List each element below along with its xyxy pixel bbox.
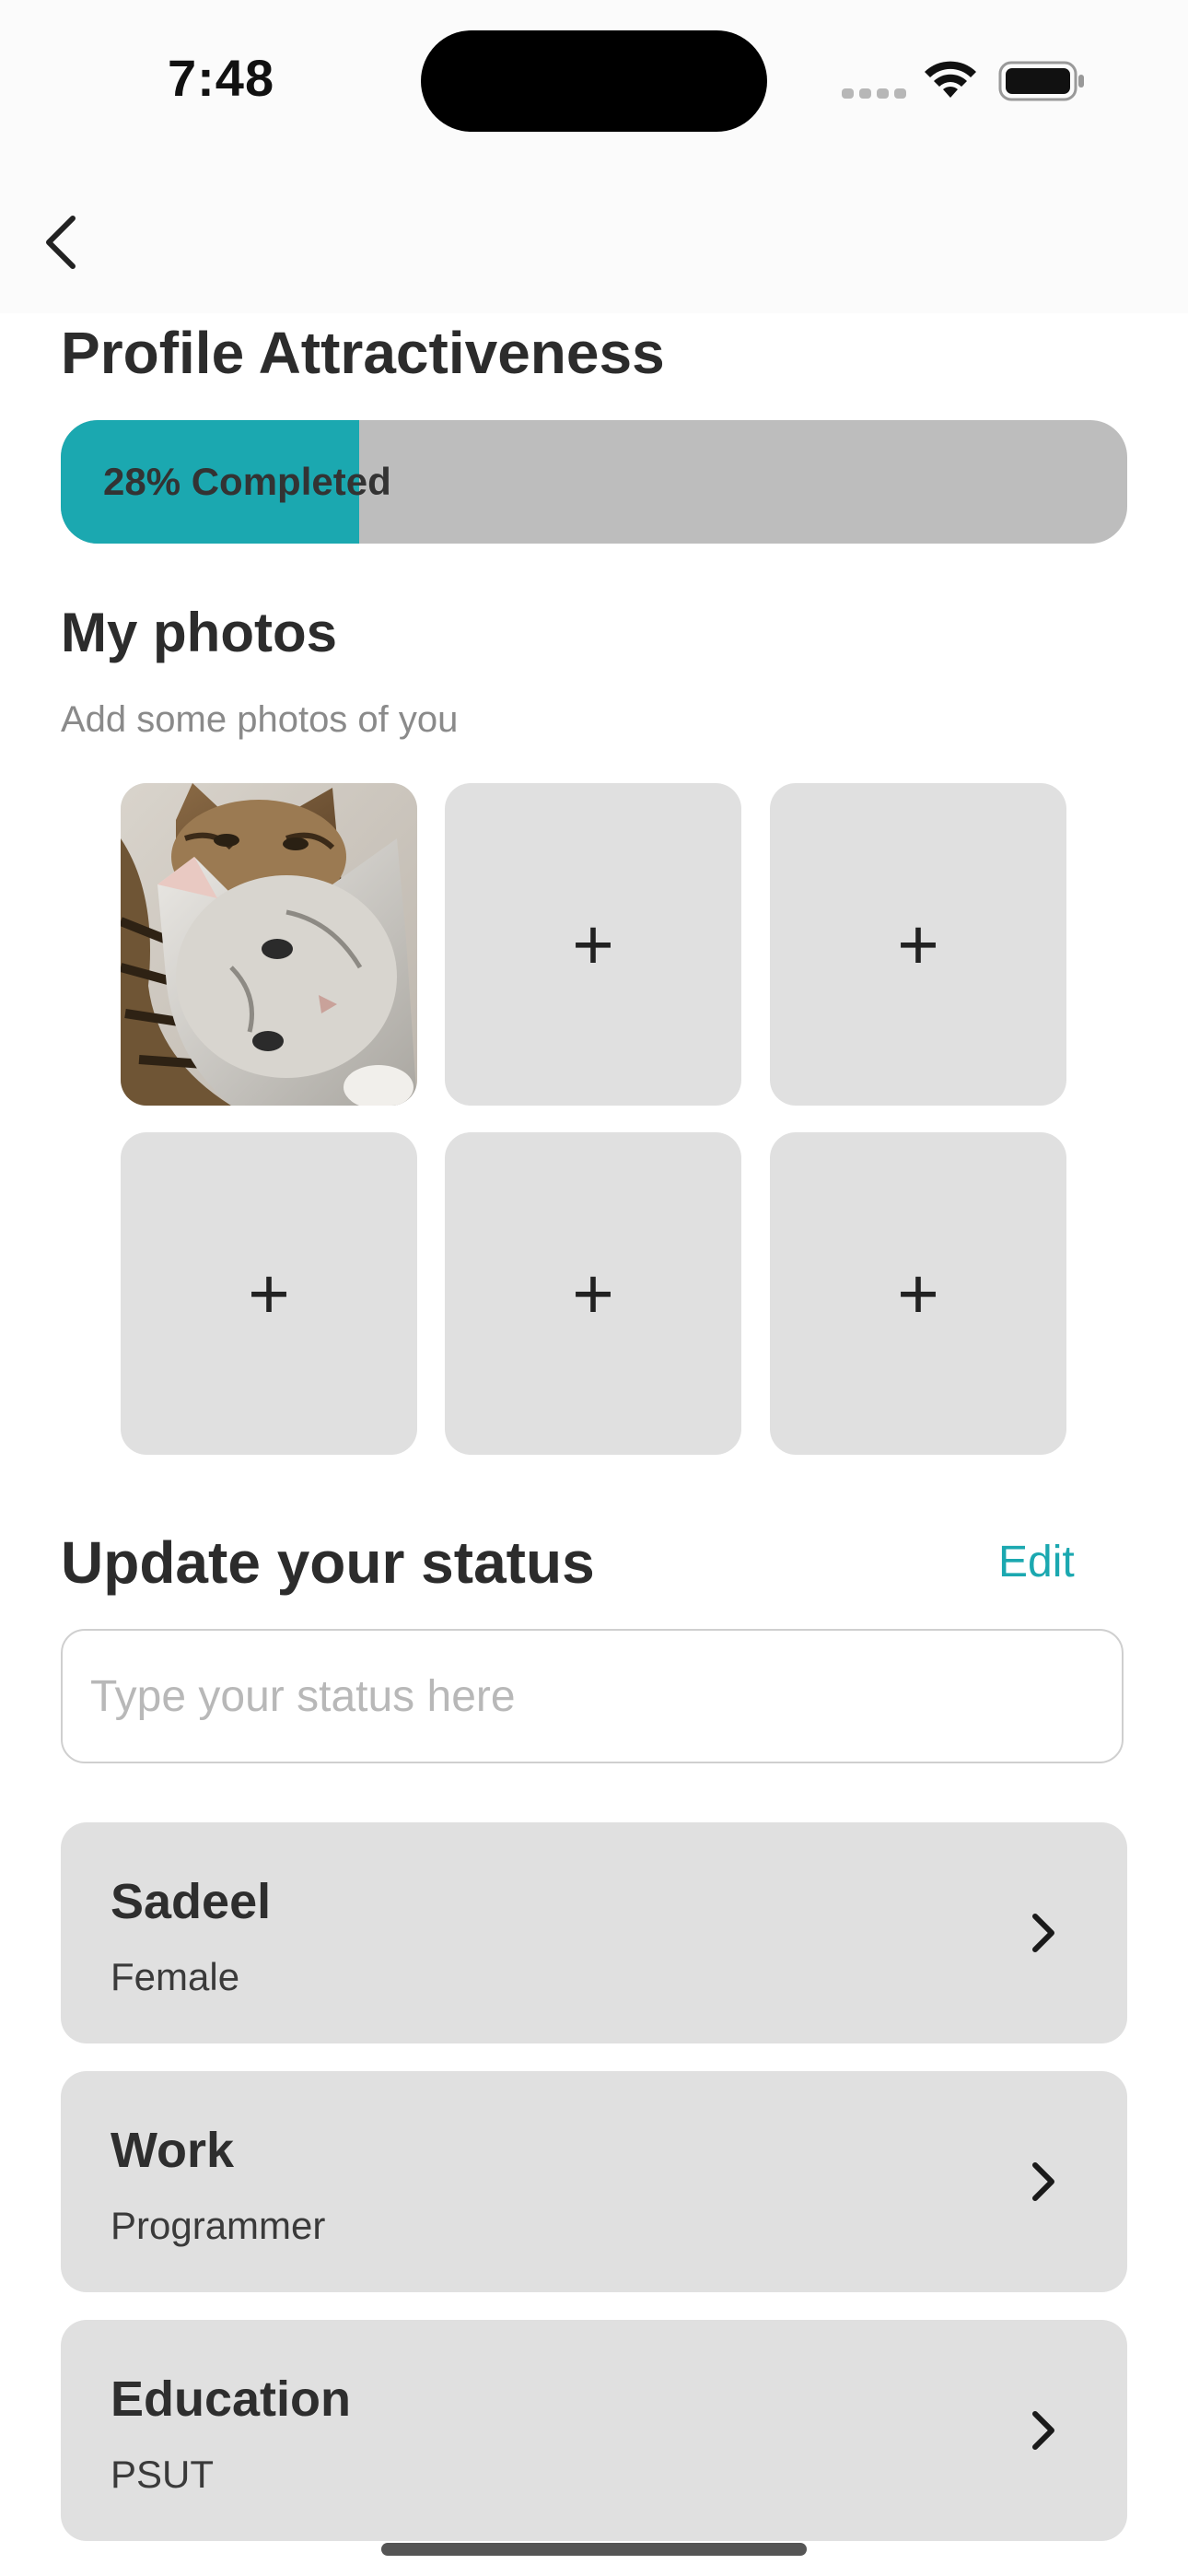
card-title: Work [111,2123,235,2178]
add-photo-slot-6[interactable]: + [770,1132,1066,1455]
wifi-icon [925,61,976,98]
battery-icon [998,61,1084,101]
progress-label: 28% Completed [103,460,391,503]
navigation-bar [0,147,1188,313]
update-status-title: Update your status [61,1529,595,1596]
name-gender-card[interactable]: Sadeel Female [61,1822,1127,2043]
back-button[interactable] [28,201,92,284]
edit-status-link[interactable]: Edit [998,1535,1075,1590]
plus-icon: + [572,1253,614,1334]
cellular-signal-icon [842,87,912,103]
card-value: Programmer [111,2204,326,2247]
add-photo-slot-4[interactable]: + [121,1132,417,1455]
education-card[interactable]: Education PSUT [61,2320,1127,2541]
clock: 7:48 [168,49,275,107]
kittens-photo [121,783,417,1106]
card-title: Sadeel [111,1874,272,1929]
chevron-right-icon [1032,2411,1054,2450]
my-photos-subtitle: Add some photos of you [61,699,459,740]
profile-attractiveness-title: Profile Attractiveness [61,320,665,386]
my-photos-title: My photos [61,602,337,663]
add-photo-slot-3[interactable]: + [770,783,1066,1106]
chevron-right-icon [1032,1914,1054,1952]
card-value: Female [111,1955,240,1998]
home-indicator[interactable] [381,2543,807,2556]
status-input[interactable] [61,1629,1124,1763]
chevron-right-icon [1032,2162,1054,2201]
plus-icon: + [248,1253,290,1334]
plus-icon: + [897,1253,939,1334]
profile-edit-screen: 7:48 Profile Attractiveness 28% Complete… [0,0,1188,2576]
plus-icon: + [572,904,614,985]
plus-icon: + [897,904,939,985]
profile-progress-bar: 28% Completed [61,420,1127,544]
status-bar: 7:48 [0,0,1188,147]
add-photo-slot-5[interactable]: + [445,1132,741,1455]
work-card[interactable]: Work Programmer [61,2071,1127,2292]
card-value: PSUT [111,2453,215,2496]
dynamic-island [421,30,767,132]
photo-slot-1[interactable] [121,783,417,1106]
card-title: Education [111,2371,352,2427]
add-photo-slot-2[interactable]: + [445,783,741,1106]
chevron-left-icon [46,216,76,269]
